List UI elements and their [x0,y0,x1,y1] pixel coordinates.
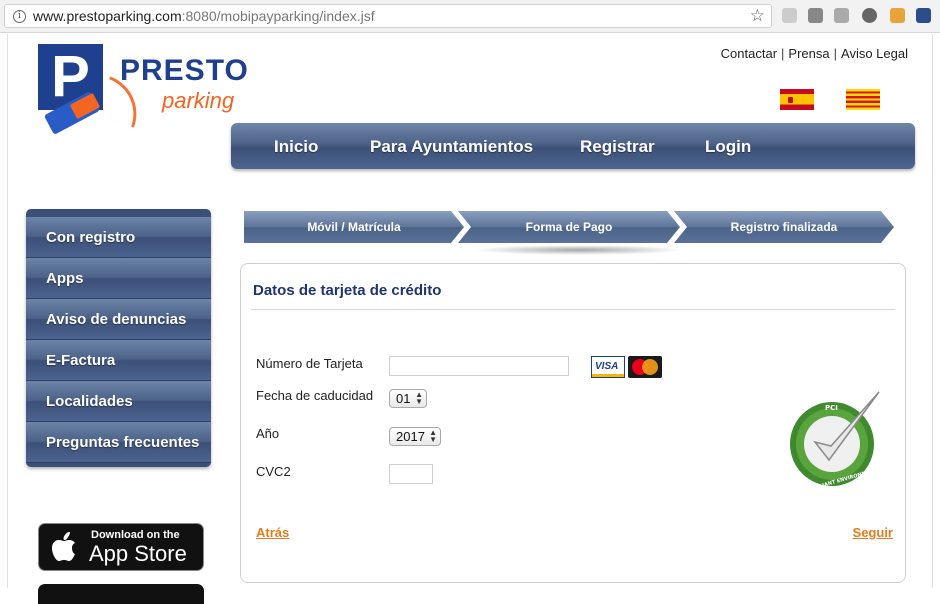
apple-icon [51,532,79,562]
sidebar-item-apps[interactable]: Apps [26,258,211,299]
divider: | [833,46,838,61]
step-movil-matricula: Móvil / Matrícula [244,211,464,243]
sidebar-menu: Con registro Apps Aviso de denuncias E-F… [26,209,211,467]
sidebar-item-aviso-denuncias[interactable]: Aviso de denuncias [26,299,211,340]
mastercard-icon [628,356,662,378]
year-value: 2017 [396,429,425,444]
contactar-link[interactable]: Contactar [721,46,777,61]
sidebar-item-label: Localidades [46,393,133,410]
info-icon[interactable]: i [13,10,26,23]
aviso-legal-link[interactable]: Aviso Legal [841,46,908,61]
expiry-select[interactable]: 01 ▲ ▼ [389,389,427,408]
bookmark-star-icon[interactable]: ☆ [750,6,765,26]
step-registro-finalizada: Registro finalizada [674,211,894,243]
logo-brand-text: PRESTO [120,54,249,87]
visa-text: VISA [595,361,619,372]
cvc-input[interactable] [389,464,433,484]
app-store-badge[interactable]: Download on the App Store [38,523,204,571]
sidebar-item-e-factura[interactable]: E-Factura [26,340,211,381]
url-text: www.prestoparking.com:8080/mobipayparkin… [33,8,375,24]
extension-icon-2[interactable] [808,8,823,23]
nav-inicio[interactable]: Inicio [274,137,318,157]
expiry-label: Fecha de caducidad [256,388,374,403]
nav-para-ayuntamientos[interactable]: Para Ayuntamientos [370,137,533,157]
panel-title: Datos de tarjeta de crédito [253,282,442,299]
nav-registrar[interactable]: Registrar [580,137,655,157]
pci-compliant-badge: PCI COMPLIANT ENVIRONMENT [790,391,880,492]
spanish-flag-icon[interactable] [780,89,814,110]
help-icon[interactable] [862,8,877,23]
sidebar-item-preguntas-frecuentes[interactable]: Preguntas frecuentes [26,422,211,463]
back-link[interactable]: Atrás [256,525,289,540]
year-label: Año [256,426,280,441]
year-select[interactable]: 2017 ▲ ▼ [389,427,441,446]
second-store-badge[interactable] [38,584,204,604]
divider: | [781,46,785,61]
select-arrows-icon: ▲ ▼ [429,428,437,444]
prensa-link[interactable]: Prensa [788,46,829,61]
next-link[interactable]: Seguir [853,525,893,540]
step-forma-de-pago: Forma de Pago [458,211,680,243]
address-bar[interactable]: i www.prestoparking.com:8080/mobipaypark… [4,4,772,28]
pci-top-text: PCI [825,404,838,412]
top-links: Contactar | Prensa | Aviso Legal [721,46,908,61]
extension-icon-1[interactable] [782,8,797,23]
page: P PRESTO parking Contactar | Prensa | Aviso … [7,34,933,604]
sidebar-item-label: E-Factura [46,352,116,369]
sidebar-item-con-registro[interactable]: Con registro [26,217,211,258]
sidebar-item-label: Con registro [46,229,136,246]
extension-icon-3[interactable] [834,8,849,23]
sidebar-item-label: Aviso de denuncias [46,311,187,328]
extension-icon-6[interactable] [916,8,931,23]
app-store-small-text: Download on the [91,529,180,541]
divider [251,309,895,310]
credit-card-panel: Datos de tarjeta de crédito Número de Ta… [240,263,906,583]
select-arrows-icon: ▲ ▼ [415,390,423,406]
app-store-big-text: App Store [89,541,187,566]
visa-card-icon: VISA [591,356,625,378]
active-step-shadow [474,245,684,255]
browser-toolbar: i www.prestoparking.com:8080/mobipaypark… [0,0,940,33]
card-number-label: Número de Tarjeta [256,356,363,371]
progress-steps: Móvil / Matrícula Forma de Pago Registro… [244,211,904,255]
extension-icon-5[interactable] [890,8,905,23]
sidebar-item-label: Preguntas frecuentes [46,434,200,451]
nav-login[interactable]: Login [705,137,751,157]
sidebar-item-localidades[interactable]: Localidades [26,381,211,422]
main-nav: Inicio Para Ayuntamientos Registrar Logi… [231,123,915,169]
presto-parking-logo[interactable]: P PRESTO parking [38,44,248,136]
sidebar-item-label: Apps [46,270,84,287]
catalan-flag-icon[interactable] [846,89,880,110]
cvc-label: CVC2 [256,464,291,479]
card-number-input[interactable] [389,356,569,376]
expiry-value: 01 [396,391,411,406]
logo-sub-text: parking [162,88,235,113]
